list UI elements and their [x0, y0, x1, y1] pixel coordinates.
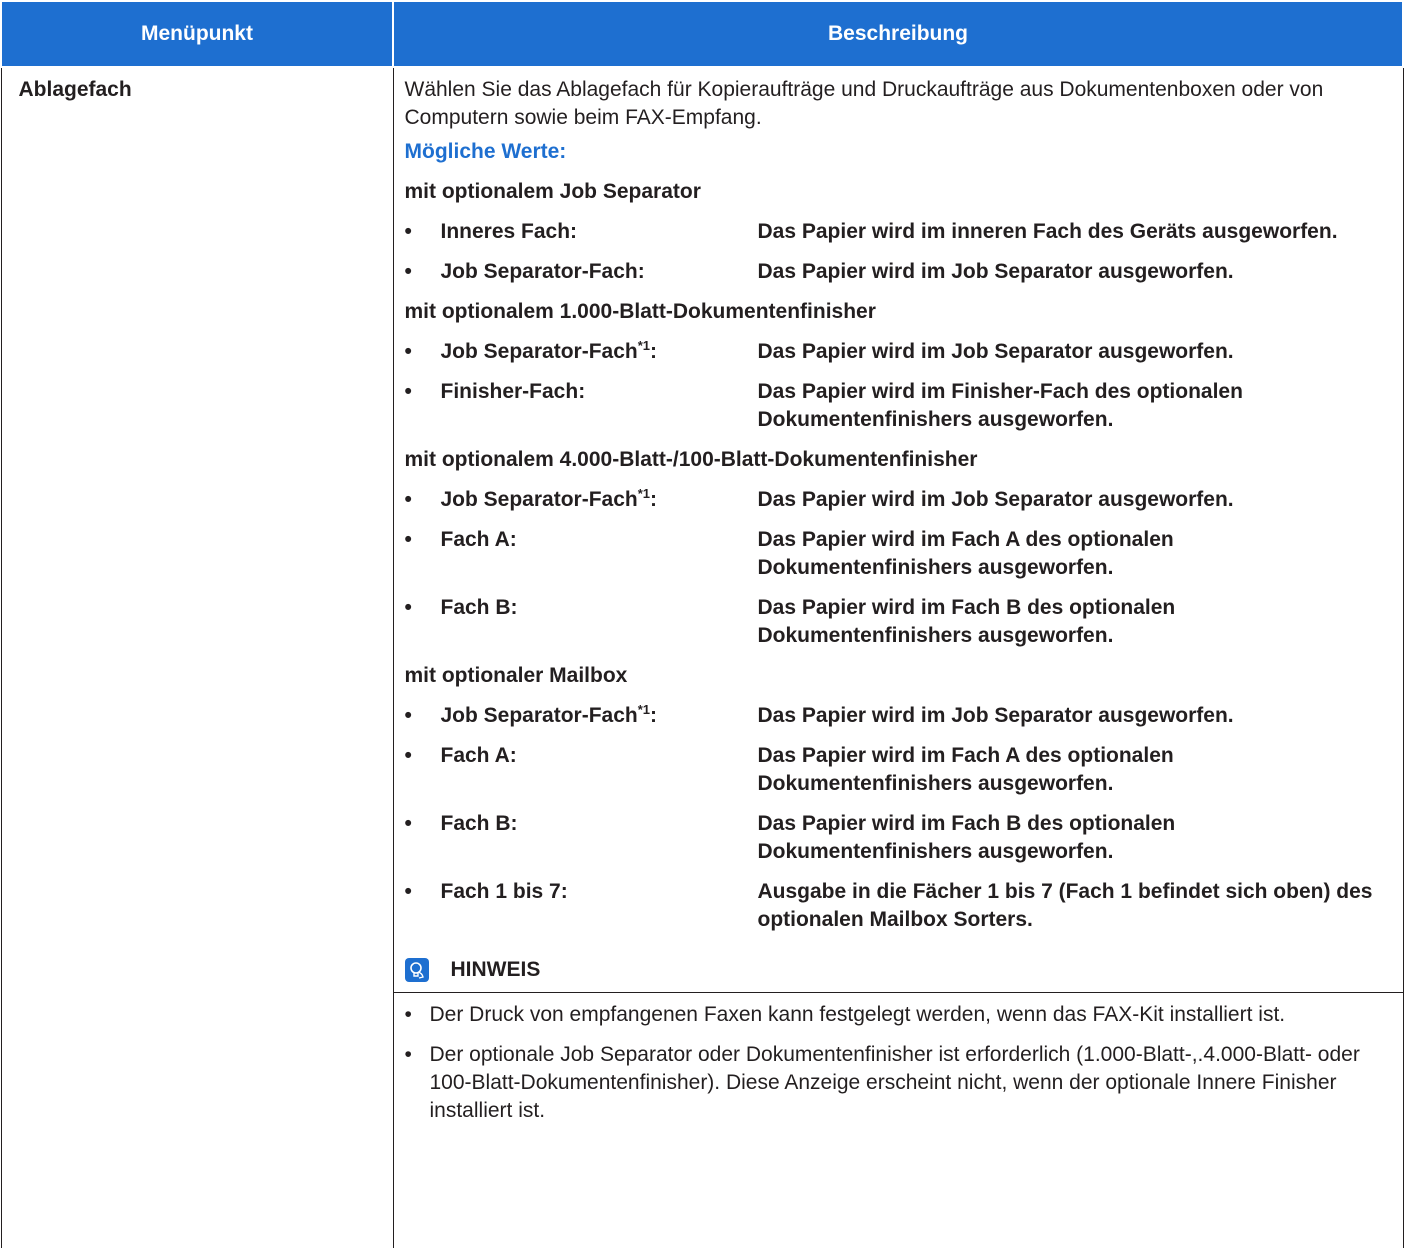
group-title: mit optionaler Mailbox [404, 664, 628, 687]
group-title: mit optionalem Job Separator [404, 180, 701, 203]
note-item: • Der Druck von empfangenen Faxen kann f… [393, 992, 1403, 1035]
table-row: Ablagefach Wählen Sie das Ablagefach für… [0, 67, 1404, 1248]
header-menu-item: Menüpunkt [0, 0, 394, 68]
values-label: Mögliche Werte: [404, 140, 567, 163]
option-name: Inneres Fach: [440, 220, 578, 243]
intro-text: Wählen Sie das Ablagefach für Kopierauft… [404, 78, 1324, 129]
note-item: • Der optionale Job Separator oder Dokum… [394, 1035, 1403, 1131]
option-name: Job Separator-Fach: [440, 260, 645, 283]
option-name: Job Separator-Fach [440, 488, 638, 511]
footnote-mark: *1 [637, 338, 651, 353]
option-desc: Das Papier wird im Fach B des optionalen… [757, 596, 1176, 647]
group-title: mit optionalem 4.000-Blatt-/100-Blatt-Do… [404, 448, 978, 471]
option-name-with-footnote: Job Separator-Fach*1: [440, 702, 658, 727]
option-item: • Job Separator-Fach: Das Papier wird im… [394, 252, 1403, 292]
option-item: • Job Separator-Fach*1: Das Papier wird … [394, 696, 1403, 736]
option-item: • Inneres Fach: Das Papier wird im inner… [394, 212, 1403, 252]
description-cell: Wählen Sie das Ablagefach für Kopierauft… [392, 67, 1404, 1248]
note-text: Der Druck von empfangenen Faxen kann fes… [429, 1003, 1286, 1026]
bullet: • [404, 704, 412, 727]
bullet: • [404, 528, 412, 551]
option-name-with-footnote: Job Separator-Fach*1: [440, 338, 658, 363]
option-desc: Das Papier wird im Fach A des optionalen… [757, 744, 1174, 795]
option-desc: Das Papier wird im Job Separator ausgewo… [757, 488, 1234, 511]
bullet: • [404, 880, 412, 903]
note-title: HINWEIS [450, 958, 541, 981]
option-desc: Das Papier wird im Job Separator ausgewo… [757, 260, 1234, 283]
option-name: Fach A: [440, 528, 517, 551]
option-name: Fach 1 bis 7: [440, 880, 568, 903]
bullet: • [404, 340, 412, 363]
option-desc: Das Papier wird im Fach B des optionalen… [757, 812, 1176, 863]
option-name: Fach B: [440, 812, 518, 835]
option-item: • Fach B: Das Papier wird im Fach B des … [394, 804, 1403, 872]
option-item: • Job Separator-Fach*1: Das Papier wird … [394, 480, 1403, 520]
note-text: Der optionale Job Separator oder Dokumen… [429, 1043, 1360, 1122]
option-name-with-footnote: Job Separator-Fach*1: [440, 486, 658, 511]
bullet: • [404, 812, 412, 835]
option-desc: Ausgabe in die Fächer 1 bis 7 (Fach 1 be… [757, 880, 1373, 931]
option-item: • Finisher-Fach: Das Papier wird im Fini… [394, 372, 1403, 440]
header-description: Beschreibung [392, 0, 1404, 68]
option-item: • Fach A: Das Papier wird im Fach A des … [394, 520, 1403, 588]
settings-table: Menüpunkt Beschreibung Ablagefach Wählen… [0, 0, 1404, 1248]
option-item: • Fach A: Das Papier wird im Fach A des … [394, 736, 1403, 804]
bullet: • [404, 1043, 412, 1066]
bullet: • [404, 220, 412, 243]
bullet: • [404, 488, 412, 511]
menu-item-name: Ablagefach [18, 78, 132, 101]
option-desc: Das Papier wird im Finisher-Fach des opt… [757, 380, 1243, 431]
footnote-mark: *1 [637, 702, 651, 717]
bullet: • [404, 744, 412, 767]
lightbulb-hand-icon [404, 958, 429, 982]
option-name: Finisher-Fach: [440, 380, 586, 403]
option-name: Fach A: [440, 744, 517, 767]
option-item: • Job Separator-Fach*1: Das Papier wird … [394, 332, 1403, 372]
option-desc: Das Papier wird im Job Separator ausgewo… [757, 340, 1234, 363]
option-name: Job Separator-Fach [440, 340, 638, 363]
option-item: • Fach 1 bis 7: Ausgabe in die Fächer 1 … [394, 872, 1403, 940]
menu-item-cell: Ablagefach [0, 67, 394, 1248]
bullet: • [404, 380, 412, 403]
option-desc: Das Papier wird im inneren Fach des Gerä… [757, 220, 1338, 243]
option-desc: Das Papier wird im Fach A des optionalen… [757, 528, 1174, 579]
footnote-mark: *1 [637, 486, 651, 501]
option-name: Fach B: [440, 596, 518, 619]
option-item: • Fach B: Das Papier wird im Fach B des … [394, 588, 1403, 656]
bullet: • [404, 596, 412, 619]
group-title: mit optionalem 1.000-Blatt-Dokumentenfin… [404, 300, 876, 323]
table-header-row: Menüpunkt Beschreibung [0, 0, 1404, 68]
option-desc: Das Papier wird im Job Separator ausgewo… [757, 704, 1234, 727]
bullet: • [404, 260, 412, 283]
note-header: HINWEIS [394, 946, 1403, 992]
option-name: Job Separator-Fach [440, 704, 638, 727]
bullet: • [404, 1003, 412, 1026]
